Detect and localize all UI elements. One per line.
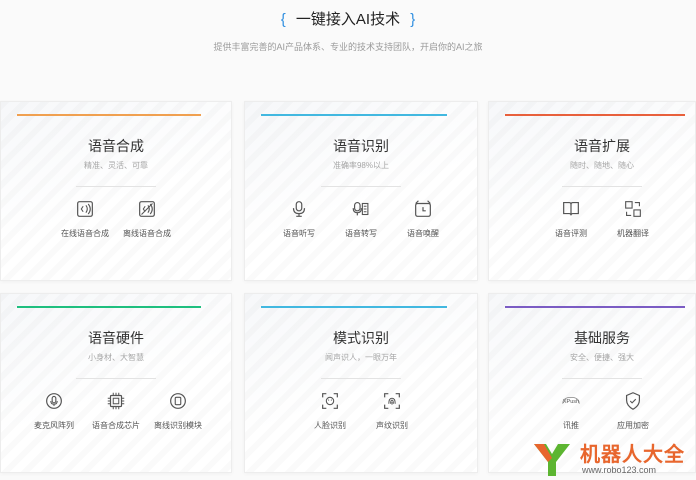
item-evaluation[interactable]: 语音评测 <box>540 198 602 239</box>
face-icon <box>322 393 338 409</box>
card-divider <box>489 186 695 187</box>
item-label: 机器翻译 <box>617 229 649 238</box>
logo-name: 机器人大全 <box>580 444 685 466</box>
section-title: { 一键接入AI技术 } <box>0 8 696 29</box>
card-title: 语音识别 <box>333 138 389 154</box>
item-label: 离线识别模块 <box>154 421 202 430</box>
card-speech-hardware[interactable]: 语音硬件 小身材、大智慧 麦克风阵列 语音合成芯片 离线识别模块 <box>0 293 232 473</box>
item-face-recognition[interactable]: 人脸识别 <box>299 390 361 431</box>
item-label: 语音听写 <box>283 229 315 238</box>
item-label: 麦克风阵列 <box>34 421 74 430</box>
item-label: 语音评测 <box>555 229 587 238</box>
site-logo: 机器人大全 www.robo123.com <box>528 436 696 480</box>
translate-icon <box>625 201 641 217</box>
item-label: 离线语音合成 <box>123 229 171 238</box>
card-accent-bar <box>505 306 685 308</box>
item-label: 人脸识别 <box>314 421 346 430</box>
card-background <box>245 294 477 472</box>
offline-synthesis-icon <box>139 201 155 217</box>
card-speech-recognition[interactable]: 语音识别 准确率98%以上 语音听写 语音转写 语音唤醒 <box>244 101 478 281</box>
card-title: 语音硬件 <box>88 330 144 346</box>
item-mic-array[interactable]: 麦克风阵列 <box>23 390 85 431</box>
item-label: 声纹识别 <box>376 421 408 430</box>
card-speech-extension[interactable]: 语音扩展 随时、随地、随心 语音评测 机器翻译 <box>488 101 696 281</box>
card-background <box>1 294 231 472</box>
shield-icon <box>625 392 641 410</box>
section-header: { 一键接入AI技术 } 提供丰富完善的AI产品体系、专业的技术支持团队，开启你… <box>0 0 696 92</box>
card-background <box>1 102 231 280</box>
online-synthesis-icon <box>77 201 93 217</box>
voice-transcribe-icon <box>352 201 369 216</box>
item-label: 应用加密 <box>617 421 649 430</box>
card-accent-bar <box>261 306 447 308</box>
xpush-icon-text: XPush <box>563 399 579 405</box>
card-description: 精准、灵活、可靠 <box>84 161 148 170</box>
card-title: 基础服务 <box>574 330 630 346</box>
logo-url: www.robo123.com <box>582 465 657 475</box>
item-xpush[interactable]: XPush 讯推 <box>540 390 602 431</box>
card-description: 闻声识人，一眼万年 <box>325 353 397 362</box>
card-divider <box>1 378 231 379</box>
item-transcribe[interactable]: 语音转写 <box>330 198 392 239</box>
item-translation[interactable]: 机器翻译 <box>602 198 664 239</box>
card-accent-bar <box>17 114 201 116</box>
book-icon <box>563 201 579 216</box>
card-divider <box>1 186 231 187</box>
xpush-icon: XPush <box>562 396 580 405</box>
item-label: 语音合成芯片 <box>92 421 140 430</box>
voiceprint-icon <box>384 393 400 409</box>
item-label: 在线语音合成 <box>61 229 109 238</box>
item-offline-module[interactable]: 离线识别模块 <box>147 390 209 431</box>
alarm-wake-icon <box>415 200 431 217</box>
card-background <box>245 102 477 280</box>
item-voiceprint[interactable]: 声纹识别 <box>361 390 423 431</box>
card-divider <box>245 186 477 187</box>
card-background <box>489 102 695 280</box>
card-title: 模式识别 <box>333 330 389 346</box>
item-app-encryption[interactable]: 应用加密 <box>602 390 664 431</box>
chip-icon <box>107 392 125 410</box>
section-subtitle: 提供丰富完善的AI产品体系、专业的技术支持团队，开启你的AI之旅 <box>213 42 483 52</box>
module-icon <box>170 393 186 409</box>
card-description: 小身材、大智慧 <box>88 353 144 362</box>
card-description: 安全、便捷、强大 <box>570 353 634 362</box>
item-online-synthesis[interactable]: 在线语音合成 <box>54 198 116 239</box>
card-divider <box>245 378 477 379</box>
section-title-text: 一键接入AI技术 <box>295 11 401 28</box>
brace-left: { <box>280 11 286 28</box>
card-description: 准确率98%以上 <box>332 161 389 170</box>
item-label: 语音唤醒 <box>407 229 439 238</box>
card-divider <box>489 378 695 379</box>
microphone-icon <box>292 201 306 217</box>
item-wake[interactable]: 语音唤醒 <box>392 198 454 239</box>
card-title: 语音扩展 <box>574 138 630 154</box>
item-label: 语音转写 <box>345 229 377 238</box>
item-dictation[interactable]: 语音听写 <box>268 198 330 239</box>
brace-right: } <box>410 11 416 28</box>
card-speech-synthesis[interactable]: 语音合成 精准、灵活、可靠 在线语音合成 离线语音合成 <box>0 101 232 281</box>
robot-logo-icon <box>534 444 570 476</box>
item-label: 讯推 <box>563 421 579 430</box>
card-accent-bar <box>17 306 201 308</box>
card-description: 随时、随地、随心 <box>570 161 634 170</box>
item-synthesis-chip[interactable]: 语音合成芯片 <box>85 390 147 431</box>
item-offline-synthesis[interactable]: 离线语音合成 <box>116 198 178 239</box>
mic-array-icon <box>46 393 62 409</box>
card-accent-bar <box>505 114 685 116</box>
card-accent-bar <box>261 114 447 116</box>
card-pattern-recognition[interactable]: 模式识别 闻声识人，一眼万年 人脸识别 声纹识别 <box>244 293 478 473</box>
card-title: 语音合成 <box>88 138 144 154</box>
